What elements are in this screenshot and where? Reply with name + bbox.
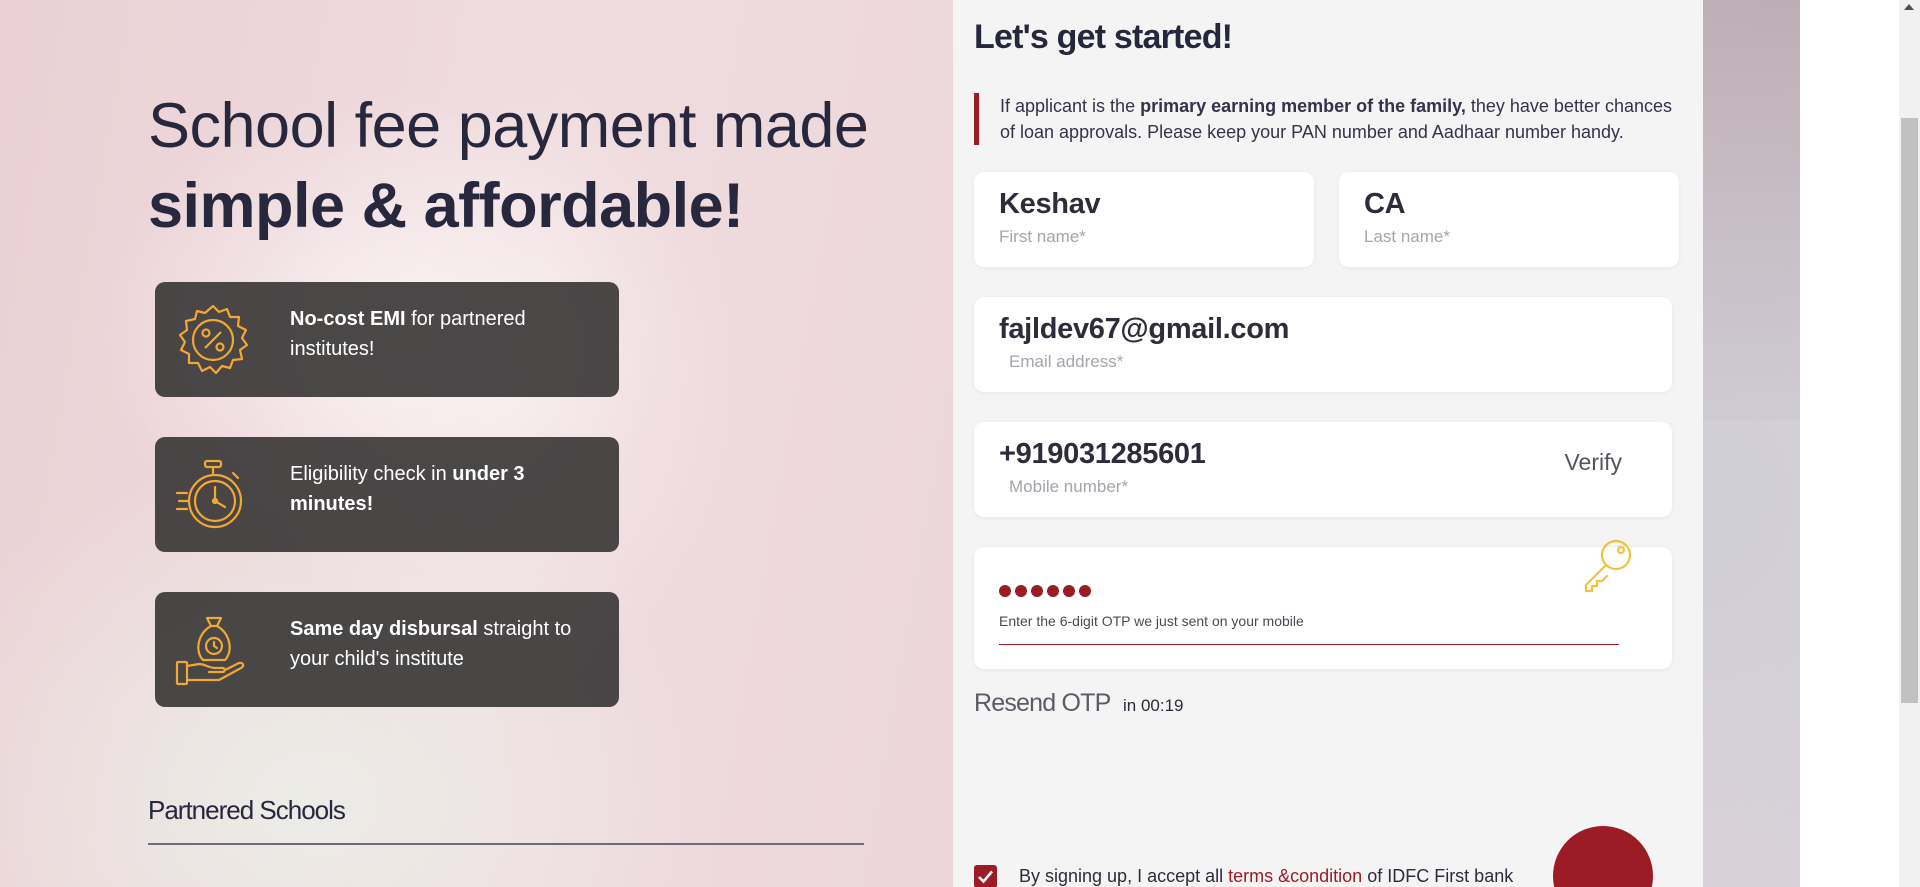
form-title: Let's get started! xyxy=(974,18,1233,56)
email-value[interactable]: fajldev67@gmail.com xyxy=(999,313,1289,346)
otp-field[interactable]: Enter the 6-digit OTP we just sent on yo… xyxy=(974,539,1672,669)
hero-title-line2: simple & affordable! xyxy=(148,171,744,241)
submit-button[interactable] xyxy=(1553,826,1653,887)
mobile-value[interactable]: +919031285601 xyxy=(999,438,1206,471)
terms-text: By signing up, I accept all terms &condi… xyxy=(1019,866,1514,886)
divider xyxy=(148,843,864,845)
last-name-field[interactable]: CA Last name* xyxy=(1339,172,1679,267)
hero-title-line1: School fee payment made xyxy=(148,91,869,161)
applicant-notice: If applicant is the primary earning memb… xyxy=(974,93,1689,145)
first-name-field[interactable]: Keshav First name* xyxy=(974,172,1314,267)
stopwatch-icon xyxy=(175,459,243,529)
feature-card-no-cost-emi: No-cost EMI for partnered institutes! xyxy=(155,282,619,397)
first-name-value[interactable]: Keshav xyxy=(999,188,1101,221)
otp-hint: Enter the 6-digit OTP we just sent on yo… xyxy=(999,613,1304,629)
scroll-up-arrow-icon[interactable] xyxy=(1904,4,1914,10)
partnered-schools-title: Partnered Schools xyxy=(148,795,346,825)
email-field[interactable]: fajldev67@gmail.com Email address* xyxy=(974,297,1672,392)
feature-text: No-cost EMI for partnered institutes! xyxy=(290,308,526,360)
terms-checkbox[interactable] xyxy=(974,865,997,887)
terms-link[interactable]: terms &condition xyxy=(1228,866,1362,886)
verify-button[interactable]: Verify xyxy=(1564,449,1622,476)
last-name-value[interactable]: CA xyxy=(1364,188,1406,221)
feature-card-disbursal: Same day disbursal straight to your chil… xyxy=(155,592,619,707)
percent-badge-icon xyxy=(178,304,249,375)
otp-masked-value[interactable] xyxy=(999,585,1091,597)
resend-timer: in 00:19 xyxy=(1123,696,1184,715)
feature-card-eligibility: Eligibility check in under 3 minutes! xyxy=(155,437,619,552)
signup-form-panel: Let's get started! If applicant is the p… xyxy=(953,0,1703,887)
checkmark-icon xyxy=(978,870,993,884)
scrollbar-thumb[interactable] xyxy=(1901,118,1918,703)
money-bag-hand-icon xyxy=(175,616,245,686)
resend-otp-button[interactable]: Resend OTP xyxy=(974,689,1111,718)
mobile-field[interactable]: +919031285601 Mobile number* Verify xyxy=(974,422,1672,517)
first-name-label: First name* xyxy=(999,227,1086,246)
otp-underline xyxy=(999,644,1619,645)
hero-title: School fee payment made simple & afforda… xyxy=(148,86,869,246)
last-name-label: Last name* xyxy=(1364,227,1450,246)
feature-text: Same day disbursal straight to your chil… xyxy=(290,618,572,670)
email-label: Email address* xyxy=(1009,352,1124,371)
key-icon xyxy=(1584,539,1632,593)
vertical-scrollbar[interactable] xyxy=(1899,0,1920,887)
feature-text: Eligibility check in under 3 minutes! xyxy=(290,463,525,515)
mobile-label: Mobile number* xyxy=(1009,477,1129,496)
